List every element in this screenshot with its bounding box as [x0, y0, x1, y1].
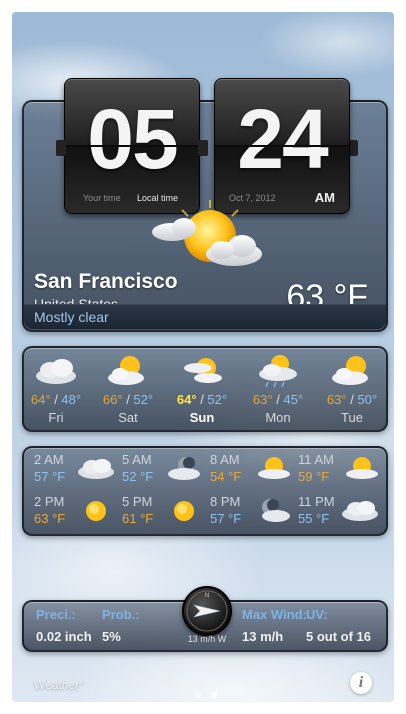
- hourly-temp: 54 °F: [210, 469, 242, 484]
- hourly-time: 11 AM: [298, 452, 334, 467]
- daily-low: 50°: [357, 392, 378, 407]
- daily-day-name: Fri: [48, 410, 64, 425]
- hourly-temp: 57 °F: [210, 511, 242, 526]
- daily-item-today: 64° / 52° Sun: [172, 348, 232, 430]
- clock-minutes: 24: [237, 92, 328, 186]
- daily-day-name: Mon: [265, 410, 291, 425]
- daily-forecast-panel[interactable]: 64° / 48° Fri 66° / 52° Sat 64° / 52° Su…: [22, 346, 388, 432]
- hourly-temp: 63 °F: [34, 511, 66, 526]
- hourly-item: 8 AM 54 °F: [204, 450, 292, 490]
- hourly-temp: 52 °F: [122, 469, 154, 484]
- sun-cloud-icon: [108, 356, 144, 385]
- hourly-time: 5 AM: [122, 452, 152, 467]
- sun-cloud-icon: [152, 200, 262, 266]
- daily-low: 52°: [207, 392, 228, 407]
- hourly-item: 5 PM 61 °F: [116, 492, 204, 532]
- daily-high: 64°: [176, 392, 197, 407]
- max-wind-label: Max Wind:: [242, 607, 307, 622]
- daily-high: 63°: [252, 392, 273, 407]
- max-wind-value: 13 m/h: [242, 629, 284, 644]
- wind-speed-label: 13 m/h W: [187, 634, 227, 644]
- cloud-icon: [342, 501, 378, 521]
- page-dot[interactable]: [195, 692, 201, 698]
- sun-cloud-icon: [258, 457, 290, 479]
- daily-item: 66° / 52° Sat: [98, 348, 158, 430]
- hourly-temp: 55 °F: [298, 511, 330, 526]
- your-time-label[interactable]: Your time: [83, 193, 121, 203]
- daily-item: 64° / 48° Fri: [26, 348, 86, 430]
- cloud-icon: [36, 359, 76, 384]
- prob-value: 5%: [102, 629, 121, 644]
- uv-value: 5 out of 16: [306, 629, 372, 644]
- condition-text: Mostly clear: [34, 309, 109, 325]
- sun-cloud-icon: [346, 457, 378, 479]
- sun-cloud-icon: [184, 358, 222, 383]
- hourly-time: 2 AM: [34, 452, 64, 467]
- weather-logo: Weather°: [34, 678, 84, 692]
- daily-item: 63° / 50° Tue: [322, 348, 382, 430]
- uv-label: UV:: [306, 607, 328, 622]
- daily-high: 63°: [326, 392, 347, 407]
- sun-icon: [174, 501, 194, 521]
- clock-minutes-flap: 24 Oct 7, 2012 AM: [214, 78, 350, 214]
- weather-screen: 05 Your time Local time 24 Oct 7, 2012 A…: [12, 12, 394, 702]
- daily-high: 64°: [30, 392, 51, 407]
- condition-bar: Mostly clear: [24, 304, 386, 329]
- daily-day-name: Tue: [341, 410, 363, 425]
- hourly-item: 11 PM 55 °F: [292, 492, 380, 532]
- hourly-time: 8 AM: [210, 452, 240, 467]
- city-name: San Francisco: [34, 270, 178, 293]
- moon-cloud-icon: [168, 457, 200, 480]
- hourly-item: 2 PM 63 °F: [28, 492, 116, 532]
- hourly-temp: 61 °F: [122, 511, 154, 526]
- flap-hinge: [198, 140, 208, 156]
- daily-low: 48°: [61, 392, 82, 407]
- ampm-label: AM: [314, 190, 335, 205]
- sun-cloud-icon: [332, 356, 368, 385]
- compass-icon: N: [182, 586, 232, 636]
- flap-divider: [215, 145, 349, 147]
- daily-day-name: Sun: [189, 410, 215, 425]
- hourly-time: 11 PM: [298, 494, 335, 509]
- daily-low: 45°: [283, 392, 304, 407]
- moon-cloud-icon: [262, 499, 290, 522]
- hourly-item: 11 AM 59 °F: [292, 450, 380, 490]
- daily-low: 52°: [133, 392, 154, 407]
- svg-text:N: N: [205, 593, 209, 599]
- daily-day-name: Sat: [118, 410, 138, 425]
- precip-label: Preci.:: [36, 607, 76, 622]
- hourly-item: 8 PM 57 °F: [204, 492, 292, 532]
- hourly-time: 5 PM: [122, 494, 153, 509]
- cloud-icon: [78, 459, 114, 479]
- info-button[interactable]: i: [350, 672, 372, 694]
- clock-hours-flap: 05 Your time Local time: [64, 78, 200, 214]
- hourly-temp: 59 °F: [298, 469, 330, 484]
- flap-hinge-left: [56, 140, 66, 156]
- hourly-time: 2 PM: [34, 494, 65, 509]
- sun-rain-cloud-icon: [259, 355, 297, 388]
- hourly-time: 8 PM: [210, 494, 241, 509]
- page-dot-active[interactable]: [211, 692, 217, 698]
- flap-divider: [65, 145, 199, 147]
- prob-label: Prob.:: [102, 607, 140, 622]
- daily-item: 63° / 45° Mon: [248, 348, 308, 430]
- sun-icon: [86, 501, 106, 521]
- precip-value: 0.02 inch: [36, 629, 92, 644]
- clock-hours: 05: [87, 92, 178, 186]
- page-indicator[interactable]: [190, 685, 222, 702]
- daily-high: 66°: [102, 392, 123, 407]
- hourly-temp: 57 °F: [34, 469, 66, 484]
- hourly-forecast-panel[interactable]: 2 AM 57 °F 5 AM 52 °F 8 AM 54 °F 11 AM 5…: [22, 446, 388, 536]
- hourly-item: 2 AM 57 °F: [28, 450, 116, 490]
- hourly-item: 5 AM 52 °F: [116, 450, 204, 490]
